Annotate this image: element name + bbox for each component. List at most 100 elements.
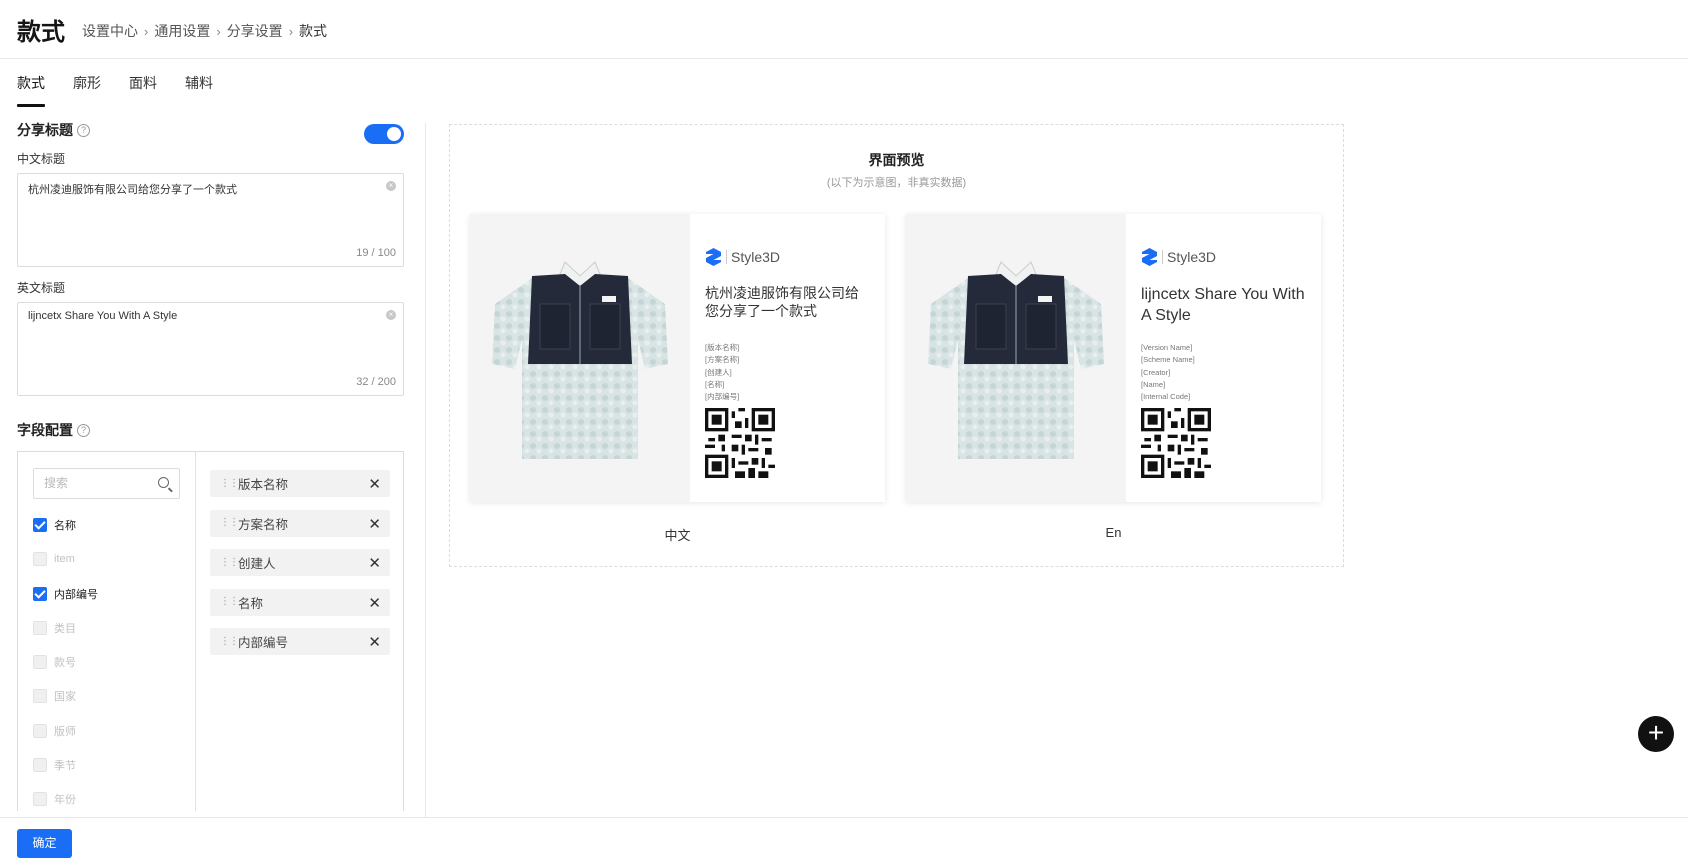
breadcrumb-item-general-settings[interactable]: 通用设置 [154,21,210,41]
checkbox-disabled [33,792,47,807]
selected-field-tag[interactable]: ⋮⋮ 创建人 ✕ [210,549,390,576]
preview-title: 界面预览 [868,152,925,168]
garment-image [470,214,690,502]
meta-line: [名称] [705,379,725,389]
field-config-label: 字段配置 [17,422,73,438]
checkbox-disabled [33,689,47,704]
breadcrumb: 设置中心 › 通用设置 › 分享设置 › 款式 [82,21,327,41]
share-title-panel: 分享标题 ? 中文标题 杭州凌迪服饰有限公司给您分享了一个款式 × 19 / 1… [17,120,404,396]
field-option-season: 季节 [33,758,98,773]
selected-field-label: 创建人 [238,557,276,571]
field-option-category: 类目 [33,620,98,635]
selected-field-tag[interactable]: ⋮⋮ 名称 ✕ [210,588,390,616]
brand-name: Style3D [1167,249,1217,265]
tab-style[interactable]: 款式 [17,73,45,107]
field-options-panel: 名称 item 内部编号 类目 款号 国家 [18,452,196,811]
card-title: lijncetx Share You With A Style [1141,286,1305,324]
breadcrumb-item-share-settings[interactable]: 分享设置 [227,21,283,41]
header: 款式 设置中心 › 通用设置 › 分享设置 › 款式 [0,0,1688,59]
meta-line: [创建人] [705,367,732,377]
preview-card-en: Style3D lijncetx Share You With A Style … [906,214,1321,502]
preview-card-cn: Style3D 杭州凌迪服饰有限公司给您分享了一个款式 [版本名称] [方案名称… [470,214,885,502]
confirm-button[interactable]: 确定 [17,829,72,858]
close-icon[interactable]: ✕ [368,515,381,533]
close-icon[interactable]: ✕ [368,554,381,572]
card-meta: [版本名称] [方案名称] [创建人] [名称] [内部编号] [705,342,739,403]
tab-silhouette[interactable]: 廓形 [73,73,101,103]
selected-field-label: 方案名称 [238,517,289,532]
field-option-label: 季节 [54,760,76,773]
field-option-label: 款号 [54,657,76,670]
close-icon[interactable]: ✕ [368,633,381,651]
selected-field-tag[interactable]: ⋮⋮ 版本名称 ✕ [210,470,390,497]
brand-divider [1162,250,1163,264]
shirt-vest-illustration [928,261,1104,459]
meta-line: [Name] [1141,379,1166,389]
selected-field-label: 名称 [238,596,264,611]
checkbox-disabled [33,620,47,635]
field-option-internal-code[interactable]: 内部编号 [33,586,98,601]
selected-field-tag[interactable]: ⋮⋮ 方案名称 ✕ [210,509,390,537]
en-title-textarea[interactable]: lijncetx Share You With A Style × 32 / 2… [17,302,404,396]
meta-line: [版本名称] [705,343,740,352]
style3d-logo-icon [706,248,721,266]
drag-handle-icon[interactable]: ⋮⋮ [220,636,239,646]
shirt-vest-illustration [492,261,668,459]
close-icon[interactable]: ✕ [368,594,381,612]
checkbox-disabled [33,723,47,738]
field-option-style-no: 款号 [33,655,98,670]
drag-handle-icon[interactable]: ⋮⋮ [220,518,239,528]
drag-handle-icon[interactable]: ⋮⋮ [220,478,239,488]
field-option-country: 国家 [33,689,98,704]
meta-line: [内部编号] [705,392,740,402]
field-options-list: 名称 item 内部编号 类目 款号 国家 版师 季节 年份 [33,518,98,827]
field-option-name[interactable]: 名称 [33,518,98,532]
card-caption-cn: 中文 [664,528,691,543]
field-option-label: 类目 [54,622,76,635]
field-search-input[interactable] [34,469,144,497]
help-icon[interactable]: ? [77,123,90,137]
field-option-item: item [33,552,98,567]
preview-panel: 界面预览 (以下为示意图，非真实数据) Style3D 杭州凌迪服饰有限公司给您… [449,124,1344,567]
preview-subtitle: (以下为示意图，非真实数据) [826,177,967,189]
tab-bar: 款式 廓形 面料 辅料 [17,73,241,107]
share-title-toggle[interactable] [364,124,404,144]
vertical-divider [425,123,426,817]
breadcrumb-item-settings-center[interactable]: 设置中心 [82,21,138,41]
garment-image [906,214,1126,502]
checkbox-checked[interactable] [33,586,47,601]
style3d-logo-icon [1142,248,1157,266]
tab-trims[interactable]: 辅料 [185,73,213,103]
checkbox-checked[interactable] [33,518,47,532]
plus-icon[interactable]: + [1638,716,1674,752]
brand-name: Style3D [731,249,781,265]
field-option-pattern-maker: 版师 [33,723,98,738]
share-title-label: 分享标题 [17,122,73,138]
drag-handle-icon[interactable]: ⋮⋮ [220,557,239,567]
field-option-label: 版师 [54,725,76,738]
footer: 确定 [0,817,1688,863]
cn-title-textarea[interactable]: 杭州凌迪服饰有限公司给您分享了一个款式 × 19 / 100 [17,173,404,267]
page-title: 款式 [17,19,65,46]
clear-icon[interactable]: × [386,310,396,320]
field-config-heading: 字段配置 ? [17,420,90,440]
close-icon[interactable]: ✕ [368,475,381,493]
search-icon[interactable] [158,477,169,488]
meta-line: [Internal Code] [1141,392,1191,402]
field-config-box: 名称 item 内部编号 类目 款号 国家 [17,451,404,811]
brand: Style3D [705,247,780,267]
tab-fabric[interactable]: 面料 [129,73,157,103]
meta-line: [Creator] [1141,367,1171,377]
meta-line: [Scheme Name] [1141,355,1195,365]
selected-field-tag[interactable]: ⋮⋮ 内部编号 ✕ [210,628,390,655]
meta-line: [方案名称] [705,355,740,365]
selected-field-label: 版本名称 [238,478,289,492]
help-icon[interactable]: ? [77,423,90,437]
qr-code-icon [1141,408,1211,478]
chevron-right-icon: › [216,23,221,39]
brand-divider [726,250,727,264]
field-option-label: 内部编号 [54,588,98,601]
qr-code-icon [705,408,775,478]
drag-handle-icon[interactable]: ⋮⋮ [220,597,239,607]
clear-icon[interactable]: × [386,181,396,191]
